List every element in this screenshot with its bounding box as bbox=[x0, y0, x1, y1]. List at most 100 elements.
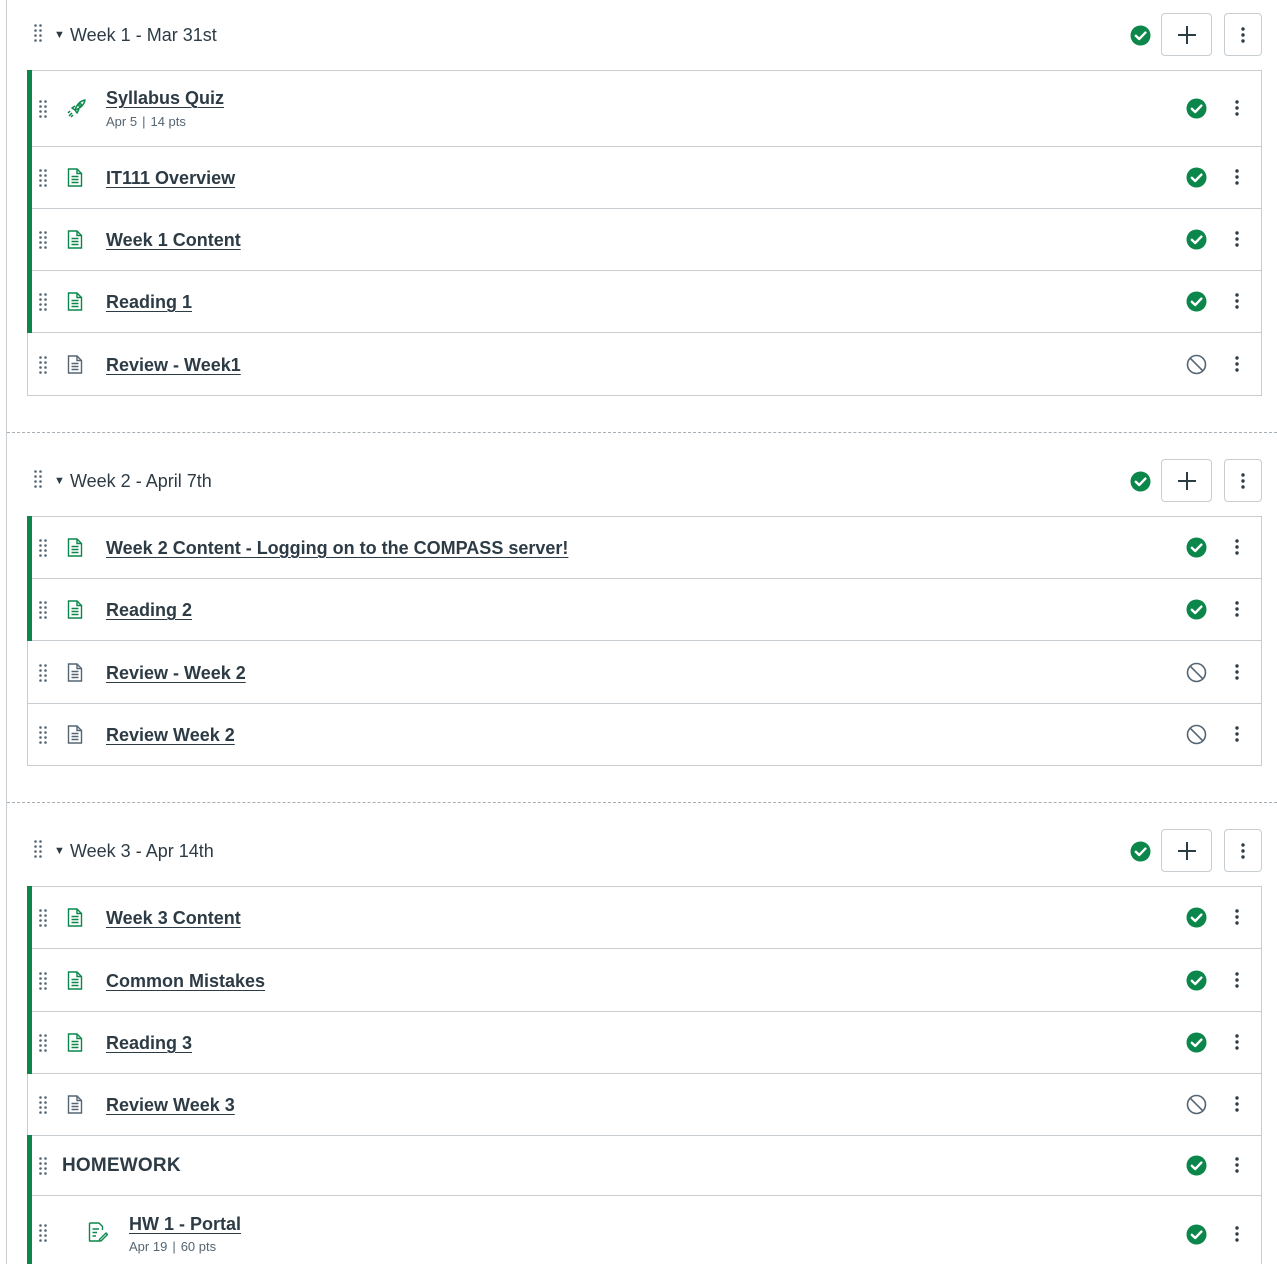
drag-handle-icon[interactable] bbox=[39, 664, 47, 682]
published-check-icon[interactable] bbox=[1186, 229, 1207, 250]
module-header[interactable]: ▼ Week 1 - Mar 31st bbox=[7, 0, 1277, 70]
unpublished-icon[interactable] bbox=[1186, 662, 1207, 683]
page-icon bbox=[67, 663, 83, 687]
item-menu-kebab-icon[interactable] bbox=[1235, 909, 1239, 925]
item-link[interactable]: HW 1 - Portal bbox=[129, 1213, 241, 1235]
page-icon bbox=[67, 971, 83, 995]
list-item[interactable]: Review Week 3 bbox=[28, 1074, 1261, 1136]
item-link[interactable]: Syllabus Quiz bbox=[106, 87, 224, 109]
drag-handle-icon[interactable] bbox=[39, 972, 47, 990]
drag-handle-icon[interactable] bbox=[34, 840, 42, 858]
list-item[interactable]: Reading 2 bbox=[27, 578, 1261, 641]
item-menu-kebab-icon[interactable] bbox=[1235, 664, 1239, 680]
item-link[interactable]: Review Week 3 bbox=[106, 1094, 235, 1116]
item-menu-kebab-icon[interactable] bbox=[1235, 169, 1239, 185]
unpublished-icon[interactable] bbox=[1186, 724, 1207, 745]
module-header[interactable]: ▼ Week 3 - Apr 14th bbox=[7, 816, 1277, 886]
published-check-icon[interactable] bbox=[1186, 1155, 1207, 1176]
drag-handle-icon[interactable] bbox=[39, 1034, 47, 1052]
drag-handle-icon[interactable] bbox=[39, 169, 47, 187]
drag-handle-icon[interactable] bbox=[34, 24, 42, 42]
published-check-icon[interactable] bbox=[1130, 841, 1151, 862]
list-item[interactable]: Week 3 Content bbox=[27, 886, 1261, 949]
unpublished-icon[interactable] bbox=[1186, 1094, 1207, 1115]
item-menu-kebab-icon[interactable] bbox=[1235, 601, 1239, 617]
module-title: Week 1 - Mar 31st bbox=[70, 25, 217, 45]
add-item-button[interactable] bbox=[1161, 829, 1212, 872]
drag-handle-icon[interactable] bbox=[39, 539, 47, 557]
collapse-caret-icon[interactable]: ▼ bbox=[54, 24, 65, 46]
item-menu-kebab-icon[interactable] bbox=[1235, 1226, 1239, 1242]
published-check-icon[interactable] bbox=[1130, 471, 1151, 492]
item-link[interactable]: Review Week 2 bbox=[106, 724, 235, 746]
item-menu-kebab-icon[interactable] bbox=[1235, 293, 1239, 309]
item-link[interactable]: Common Mistakes bbox=[106, 970, 265, 992]
item-menu-kebab-icon[interactable] bbox=[1235, 1034, 1239, 1050]
item-menu-kebab-icon[interactable] bbox=[1235, 100, 1239, 116]
list-item[interactable]: Week 2 Content - Logging on to the COMPA… bbox=[27, 516, 1261, 579]
drag-handle-icon[interactable] bbox=[39, 356, 47, 374]
item-menu-kebab-icon[interactable] bbox=[1235, 356, 1239, 372]
item-link[interactable]: Reading 3 bbox=[106, 1032, 192, 1054]
item-menu-kebab-icon[interactable] bbox=[1235, 972, 1239, 988]
text-subheader[interactable]: HOMEWORK bbox=[27, 1135, 1261, 1196]
list-item[interactable]: Review - Week 2 bbox=[28, 641, 1261, 704]
drag-handle-icon[interactable] bbox=[39, 726, 47, 744]
drag-handle-icon[interactable] bbox=[39, 231, 47, 249]
drag-handle-icon[interactable] bbox=[39, 1157, 47, 1175]
item-menu-kebab-icon[interactable] bbox=[1235, 1096, 1239, 1112]
collapse-caret-icon[interactable]: ▼ bbox=[54, 470, 65, 492]
meta-separator: | bbox=[142, 114, 146, 129]
list-item[interactable]: IT111 Overview bbox=[27, 146, 1261, 209]
published-check-icon[interactable] bbox=[1186, 907, 1207, 928]
list-item[interactable]: Review - Week1 bbox=[28, 333, 1261, 396]
item-menu-kebab-icon[interactable] bbox=[1235, 539, 1239, 555]
drag-handle-icon[interactable] bbox=[39, 293, 47, 311]
collapse-caret-icon[interactable]: ▼ bbox=[54, 840, 65, 862]
module-header[interactable]: ▼ Week 2 - April 7th bbox=[7, 446, 1277, 516]
published-check-icon[interactable] bbox=[1186, 537, 1207, 558]
published-check-icon[interactable] bbox=[1186, 1224, 1207, 1245]
drag-handle-icon[interactable] bbox=[39, 1096, 47, 1114]
add-item-button[interactable] bbox=[1161, 459, 1212, 502]
list-item[interactable]: Common Mistakes bbox=[27, 948, 1261, 1012]
item-link[interactable]: Week 1 Content bbox=[106, 229, 241, 251]
drag-handle-icon[interactable] bbox=[39, 909, 47, 927]
item-link[interactable]: Reading 1 bbox=[106, 291, 192, 313]
drag-handle-icon[interactable] bbox=[39, 1224, 47, 1242]
add-item-button[interactable] bbox=[1161, 13, 1212, 56]
published-check-icon[interactable] bbox=[1186, 291, 1207, 312]
item-link[interactable]: Week 3 Content bbox=[106, 907, 241, 929]
item-menu-kebab-icon[interactable] bbox=[1235, 726, 1239, 742]
module-menu-button[interactable] bbox=[1224, 13, 1262, 56]
module-week-3: ▼ Week 3 - Apr 14th Week 3 Content Commo… bbox=[7, 816, 1277, 1264]
item-link[interactable]: Review - Week 2 bbox=[106, 662, 246, 684]
item-link[interactable]: Reading 2 bbox=[106, 599, 192, 621]
module-menu-button[interactable] bbox=[1224, 459, 1262, 502]
list-item[interactable]: Week 1 Content bbox=[27, 208, 1261, 271]
list-item[interactable]: Reading 1 bbox=[27, 270, 1261, 333]
list-item[interactable]: Syllabus Quiz Apr 5 | 14 pts bbox=[27, 70, 1261, 147]
published-check-icon[interactable] bbox=[1186, 970, 1207, 991]
list-item[interactable]: Review Week 2 bbox=[28, 704, 1261, 766]
module-divider bbox=[7, 432, 1277, 433]
item-link[interactable]: Week 2 Content - Logging on to the COMPA… bbox=[106, 537, 568, 559]
list-item[interactable]: HW 1 - Portal Apr 19 | 60 pts bbox=[27, 1195, 1261, 1264]
item-menu-kebab-icon[interactable] bbox=[1235, 231, 1239, 247]
published-check-icon[interactable] bbox=[1130, 25, 1151, 46]
published-check-icon[interactable] bbox=[1186, 1032, 1207, 1053]
published-check-icon[interactable] bbox=[1186, 167, 1207, 188]
unpublished-icon[interactable] bbox=[1186, 354, 1207, 375]
published-check-icon[interactable] bbox=[1186, 98, 1207, 119]
item-menu-kebab-icon[interactable] bbox=[1235, 1157, 1239, 1173]
drag-handle-icon[interactable] bbox=[39, 100, 47, 118]
due-date: Apr 19 bbox=[129, 1239, 168, 1254]
item-link[interactable]: Review - Week1 bbox=[106, 354, 241, 376]
module-week-1: ▼ Week 1 - Mar 31st Syllabus Quiz Apr 5 |… bbox=[7, 0, 1277, 396]
module-menu-button[interactable] bbox=[1224, 829, 1262, 872]
item-link[interactable]: IT111 Overview bbox=[106, 167, 235, 189]
list-item[interactable]: Reading 3 bbox=[27, 1011, 1261, 1074]
drag-handle-icon[interactable] bbox=[39, 601, 47, 619]
published-check-icon[interactable] bbox=[1186, 599, 1207, 620]
drag-handle-icon[interactable] bbox=[34, 470, 42, 488]
